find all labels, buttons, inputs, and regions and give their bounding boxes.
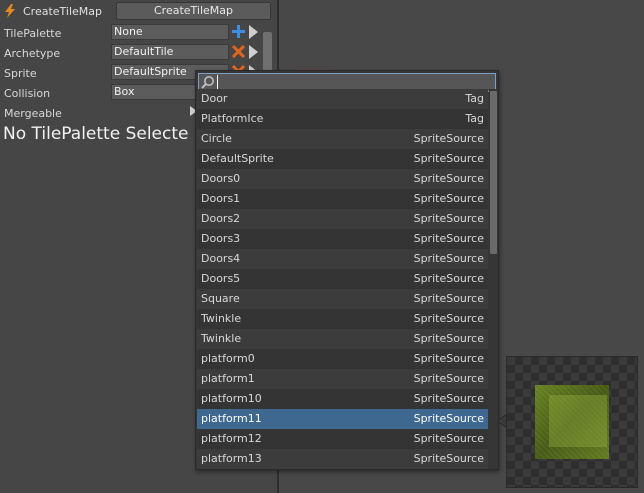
panel-header: CreateTileMap CreateTileMap (0, 0, 277, 22)
list-item-type: SpriteSource (413, 252, 484, 265)
tilepalette-label: TilePalette (4, 27, 62, 40)
list-item-type: SpriteSource (413, 152, 484, 165)
list-item[interactable]: Twinkle SpriteSource (197, 329, 488, 349)
create-tilemap-button[interactable]: CreateTileMap (116, 2, 271, 20)
mergeable-label: Mergeable (4, 107, 62, 120)
search-dropdown: Door Tag PlatformIce Tag Circle SpriteSource D… (195, 70, 499, 470)
result-list: Door Tag PlatformIce Tag Circle SpriteSource D… (197, 89, 488, 469)
list-item-name: platform13 (201, 452, 262, 465)
magnifier-icon (201, 75, 215, 89)
list-item[interactable]: DefaultSprite SpriteSource (197, 149, 488, 169)
list-item[interactable]: Doors4 SpriteSource (197, 249, 488, 269)
list-item-type: SpriteSource (413, 292, 484, 305)
error-underline (296, 64, 335, 73)
list-item-name: PlatformIce (201, 112, 264, 125)
list-item-name: Door (201, 92, 228, 105)
list-item-name: Doors2 (201, 212, 241, 225)
search-input[interactable] (217, 75, 491, 90)
list-item-name: Twinkle (201, 312, 242, 325)
list-item-type: SpriteSource (413, 332, 484, 345)
list-item[interactable]: Doors0 SpriteSource (197, 169, 488, 189)
list-item-type: SpriteSource (413, 232, 484, 245)
list-item-type: SpriteSource (413, 272, 484, 285)
panel-title: CreateTileMap (23, 5, 103, 18)
list-item-name: Circle (201, 132, 232, 145)
x-icon[interactable] (231, 44, 246, 59)
list-item-name: Doors4 (201, 252, 241, 265)
list-item-name: platform12 (201, 432, 262, 445)
list-item-name: platform10 (201, 392, 262, 405)
list-item[interactable]: platform0 SpriteSource (197, 349, 488, 369)
sprite-label: Sprite (4, 67, 37, 80)
list-item-type: SpriteSource (413, 312, 484, 325)
list-item[interactable]: platform12 SpriteSource (197, 429, 488, 449)
list-item[interactable]: platform1 SpriteSource (197, 369, 488, 389)
list-item-name: Doors5 (201, 272, 241, 285)
list-item-name: Twinkle (201, 332, 242, 345)
list-item-type: SpriteSource (413, 452, 484, 465)
collision-label: Collision (4, 87, 51, 100)
list-item-name: Doors1 (201, 192, 241, 205)
list-item-type: SpriteSource (413, 412, 484, 425)
list-item-type: Tag (465, 92, 484, 105)
list-item-name: platform0 (201, 352, 255, 365)
list-item-type: SpriteSource (413, 432, 484, 445)
sprite-preview-image (535, 385, 609, 459)
list-item-type: SpriteSource (413, 392, 484, 405)
list-item-name: Doors3 (201, 232, 241, 245)
list-item[interactable]: Door Tag (197, 89, 488, 109)
list-item[interactable]: platform13 SpriteSource (197, 449, 488, 469)
list-item-name: platform1 (201, 372, 255, 385)
list-item-type: SpriteSource (413, 352, 484, 365)
list-item[interactable]: Doors5 SpriteSource (197, 269, 488, 289)
no-palette-message: No TilePalette Selecte (3, 124, 189, 144)
list-item[interactable]: Circle SpriteSource (197, 129, 488, 149)
list-item-name: platform11 (201, 412, 262, 425)
list-item-type: SpriteSource (413, 372, 484, 385)
list-scrollbar-thumb[interactable] (490, 91, 497, 254)
list-item[interactable]: Square SpriteSource (197, 289, 488, 309)
list-item[interactable]: Doors2 SpriteSource (197, 209, 488, 229)
list-item-type: SpriteSource (413, 192, 484, 205)
list-item-name: Square (201, 292, 240, 305)
list-item-type: SpriteSource (413, 212, 484, 225)
list-item[interactable]: platform11 SpriteSource (197, 409, 488, 429)
triangle-right-icon[interactable] (249, 25, 261, 39)
triangle-right-icon[interactable] (249, 45, 261, 59)
list-item-type: Tag (465, 112, 484, 125)
archetype-label: Archetype (4, 47, 61, 60)
lightning-icon (4, 4, 16, 18)
list-item[interactable]: platform10 SpriteSource (197, 389, 488, 409)
list-item[interactable]: Twinkle SpriteSource (197, 309, 488, 329)
archetype-field[interactable]: DefaultTile (111, 44, 229, 60)
list-item-name: Doors0 (201, 172, 241, 185)
list-item-type: SpriteSource (413, 172, 484, 185)
list-item[interactable]: Doors1 SpriteSource (197, 189, 488, 209)
tilepalette-field[interactable]: None (111, 24, 229, 40)
list-item-name: DefaultSprite (201, 152, 274, 165)
list-item[interactable]: Doors3 SpriteSource (197, 229, 488, 249)
list-item[interactable]: PlatformIce Tag (197, 109, 488, 129)
sprite-preview (506, 356, 638, 488)
list-item-type: SpriteSource (413, 132, 484, 145)
plus-icon[interactable] (232, 25, 245, 39)
